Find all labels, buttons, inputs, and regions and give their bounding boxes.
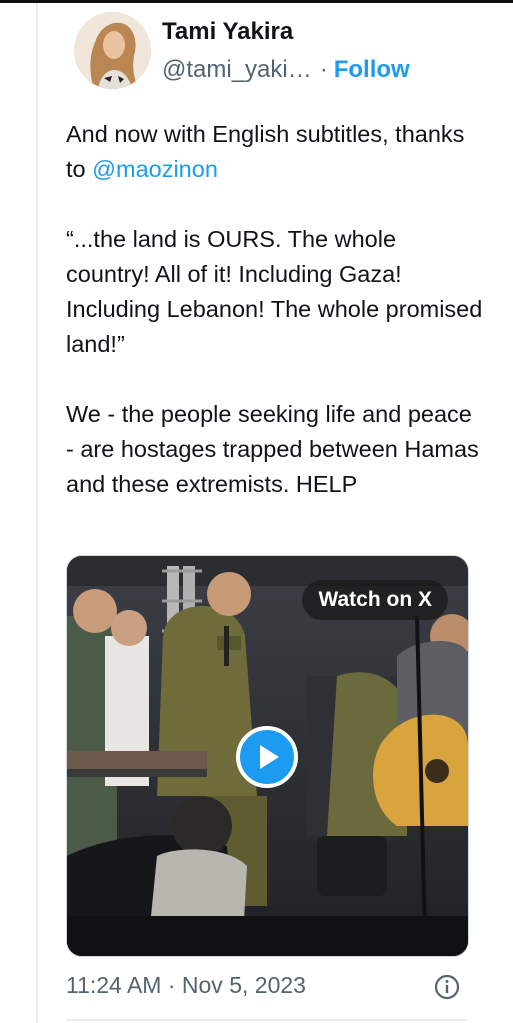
separator-dot: · bbox=[319, 56, 328, 83]
author-handle[interactable]: @tami_yaki… bbox=[162, 56, 312, 83]
author-handle-row: @tami_yaki… · Follow bbox=[162, 56, 410, 84]
tweet-body: We - the people seeking life and peace -… bbox=[66, 401, 479, 497]
watch-on-x-button[interactable]: Watch on X bbox=[302, 580, 448, 620]
info-icon[interactable] bbox=[434, 974, 460, 1000]
author-name[interactable]: Tami Yakira bbox=[162, 18, 293, 46]
play-icon bbox=[260, 745, 279, 769]
avatar[interactable] bbox=[74, 12, 151, 89]
bottom-divider bbox=[66, 1019, 467, 1021]
play-button[interactable] bbox=[236, 726, 298, 788]
follow-button[interactable]: Follow bbox=[334, 56, 410, 83]
top-divider bbox=[0, 0, 513, 3]
timestamp[interactable]: 11:24 AM · Nov 5, 2023 bbox=[66, 972, 306, 999]
thread-line bbox=[36, 3, 38, 1023]
tweet-quote: “...the land is OURS. The whole country!… bbox=[66, 226, 483, 357]
tweet-text: And now with English subtitles, thanks t… bbox=[66, 117, 486, 502]
mention-link[interactable]: @maozinon bbox=[92, 156, 218, 182]
tweet-intro: And now with English subtitles, thanks t… bbox=[66, 117, 486, 187]
video-player[interactable]: Watch on X bbox=[66, 555, 469, 957]
